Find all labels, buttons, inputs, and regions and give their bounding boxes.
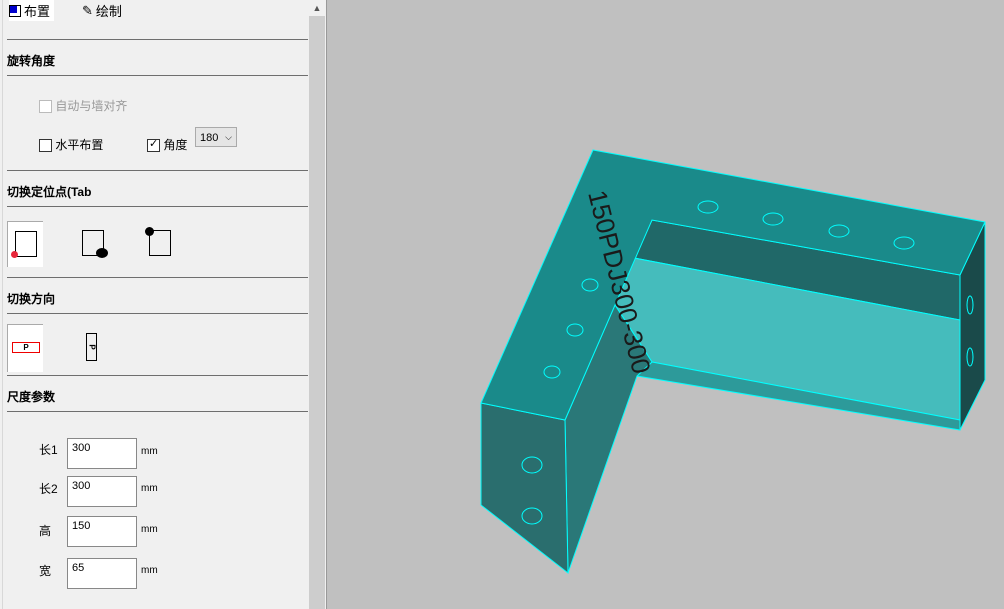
left-end-face <box>480 402 569 575</box>
cable-tray-model <box>480 149 986 575</box>
3d-viewport[interactable]: 150PDJ300-300 <box>0 0 1004 609</box>
